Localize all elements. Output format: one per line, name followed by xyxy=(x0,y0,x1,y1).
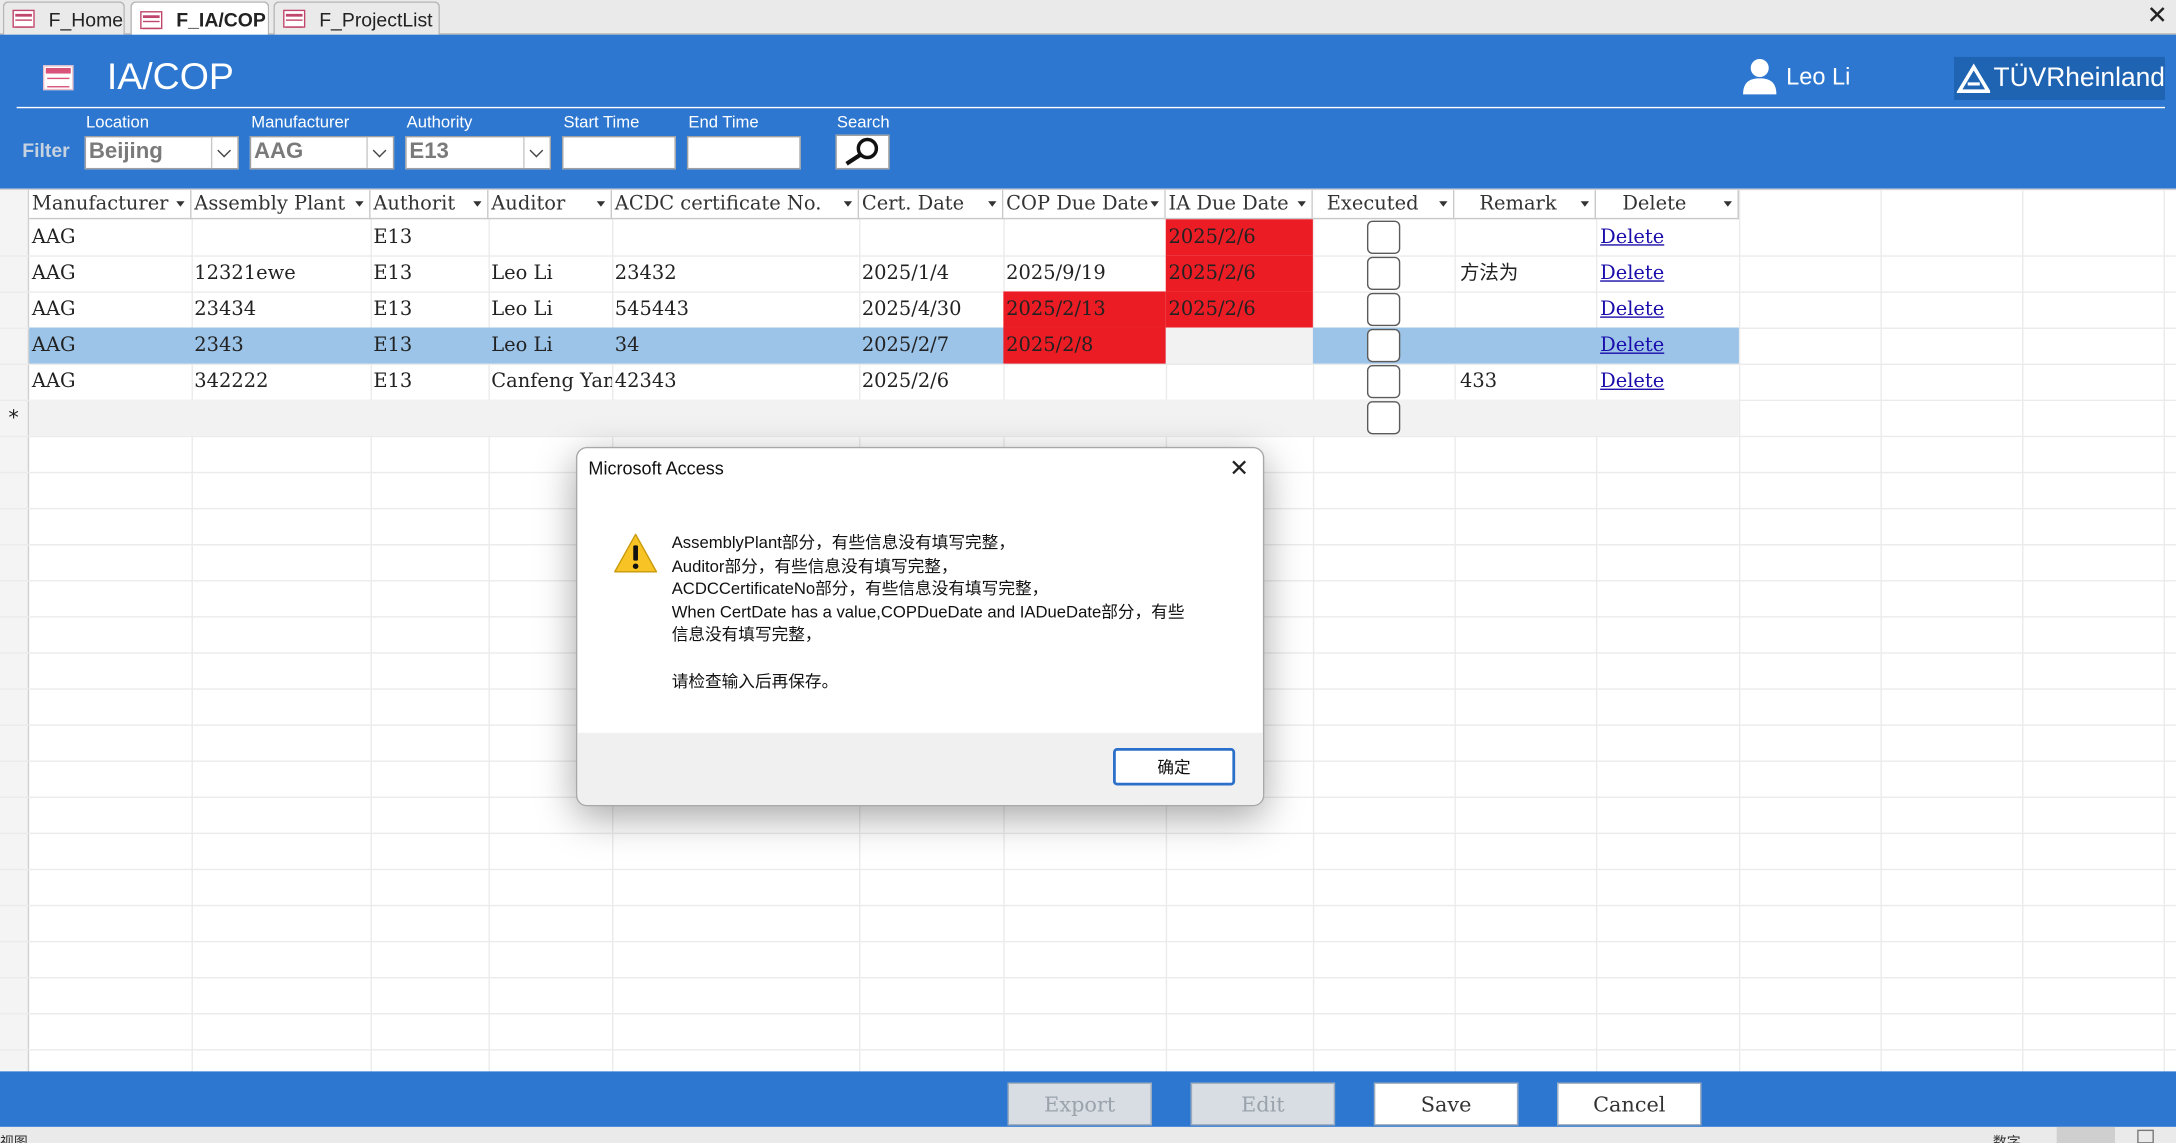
save-button[interactable]: Save xyxy=(1373,1082,1519,1126)
dropdown-arrow-icon[interactable] xyxy=(1580,201,1590,207)
executed-checkbox[interactable] xyxy=(1366,401,1401,435)
tab-f-projectlist[interactable]: F_ProjectList xyxy=(273,1,440,35)
user-name: Leo Li xyxy=(1786,63,1851,91)
manufacturer-label: Manufacturer xyxy=(251,112,350,132)
dropdown-arrow-icon[interactable] xyxy=(1723,201,1732,207)
executed-checkbox[interactable] xyxy=(1366,364,1401,399)
chevron-down-icon[interactable] xyxy=(210,137,238,168)
cancel-button[interactable]: Cancel xyxy=(1557,1082,1702,1126)
form-icon xyxy=(283,9,306,28)
form-header: IA/COP Leo Li TÜVRheinland Filter Locati… xyxy=(0,34,2176,189)
authority-combo[interactable]: E13 xyxy=(405,136,551,170)
filter-label: Filter xyxy=(22,138,70,161)
form-view-icon[interactable] xyxy=(2056,1126,2116,1143)
tab-label: F_Home xyxy=(48,7,124,30)
start-time-label: Start Time xyxy=(563,112,640,132)
end-time-label: End Time xyxy=(688,112,759,132)
column-header-delete[interactable]: Delete xyxy=(1595,190,1739,220)
document-tab-bar: F_Home F_IA/COP F_ProjectList ✕ xyxy=(0,0,2176,37)
executed-checkbox[interactable] xyxy=(1366,256,1401,291)
column-header-cert-date[interactable]: Cert. Date xyxy=(859,190,1004,220)
column-header-cop-due-date[interactable]: COP Due Date xyxy=(1003,190,1166,220)
delete-link[interactable]: Delete xyxy=(1596,364,1739,400)
location-value: Beijing xyxy=(88,140,163,164)
executed-checkbox[interactable] xyxy=(1366,328,1401,363)
dropdown-arrow-icon[interactable] xyxy=(1439,201,1448,207)
column-header-ia-due-date[interactable]: IA Due Date xyxy=(1165,190,1313,220)
tuv-rheinland-logo: TÜVRheinland xyxy=(1954,56,2165,100)
warning-icon xyxy=(614,533,658,573)
access-window: F_Home F_IA/COP F_ProjectList ✕ IA/COP L… xyxy=(0,0,2176,1143)
column-header-remark[interactable]: Remark xyxy=(1454,190,1596,220)
design-view-icon[interactable] xyxy=(2137,1129,2154,1143)
table-icon xyxy=(43,65,74,91)
search-label: Search xyxy=(836,112,890,132)
location-label: Location xyxy=(86,112,150,132)
executed-checkbox[interactable] xyxy=(1366,292,1401,327)
authority-label: Authority xyxy=(406,112,473,132)
tab-f-home[interactable]: F_Home xyxy=(2,1,125,35)
location-combo[interactable]: Beijing xyxy=(84,136,239,170)
user-icon xyxy=(1743,58,1777,95)
column-header-executed[interactable]: Executed xyxy=(1312,190,1455,220)
column-header-authority[interactable]: Authorit xyxy=(370,190,489,220)
dropdown-arrow-icon[interactable] xyxy=(176,201,185,207)
dropdown-arrow-icon[interactable] xyxy=(843,201,853,207)
delete-link[interactable]: Delete xyxy=(1596,219,1739,255)
manufacturer-combo[interactable]: AAG xyxy=(249,136,395,170)
status-left-text: 视图 xyxy=(0,1135,28,1143)
search-icon xyxy=(845,137,879,166)
new-record-marker: * xyxy=(8,405,19,431)
chevron-down-icon[interactable] xyxy=(523,137,550,168)
close-form-icon[interactable]: ✕ xyxy=(2147,1,2168,30)
tab-label: F_IA/COP xyxy=(176,8,266,31)
dropdown-arrow-icon[interactable] xyxy=(596,201,606,207)
tab-label: F_ProjectList xyxy=(319,7,433,30)
start-time-input[interactable] xyxy=(562,136,676,170)
edit-button[interactable]: Edit xyxy=(1190,1082,1336,1126)
form-icon xyxy=(140,10,163,29)
ia-due-overdue-cell[interactable]: 2025/2/6 xyxy=(1165,291,1313,328)
tab-f-ia-cop[interactable]: F_IA/COP xyxy=(130,1,270,37)
delete-link[interactable]: Delete xyxy=(1596,328,1739,364)
close-icon[interactable]: ✕ xyxy=(1229,455,1249,483)
column-header-manufacturer[interactable]: Manufacturer xyxy=(29,190,192,220)
logo-triangle-icon xyxy=(1956,62,1991,93)
page-title: IA/COP xyxy=(106,55,234,98)
executed-checkbox[interactable] xyxy=(1366,220,1401,254)
cop-due-overdue-cell[interactable]: 2025/2/8 xyxy=(1003,327,1166,364)
ok-button[interactable]: 确定 xyxy=(1113,748,1236,786)
dialog-message: AssemblyPlant部分，有些信息没有填写完整， Auditor部分，有些… xyxy=(671,532,1185,691)
dropdown-arrow-icon[interactable] xyxy=(355,201,364,207)
chevron-down-icon[interactable] xyxy=(366,137,393,168)
ia-due-overdue-cell[interactable]: 2025/2/6 xyxy=(1165,219,1313,256)
dropdown-arrow-icon[interactable] xyxy=(988,201,997,207)
delete-link[interactable]: Delete xyxy=(1596,291,1739,327)
delete-link[interactable]: Delete xyxy=(1596,255,1739,291)
dialog-title: Microsoft Access xyxy=(588,457,724,479)
ia-due-overdue-cell[interactable]: 2025/2/6 xyxy=(1165,255,1313,292)
search-button[interactable] xyxy=(835,134,890,170)
dropdown-arrow-icon[interactable] xyxy=(473,201,482,207)
column-header-assembly-plant[interactable]: Assembly Plant xyxy=(191,190,371,220)
form-footer: Export Edit Save Cancel xyxy=(0,1071,2176,1127)
cop-due-overdue-cell[interactable]: 2025/2/13 xyxy=(1003,291,1166,328)
dropdown-arrow-icon[interactable] xyxy=(1150,201,1159,207)
export-button[interactable]: Export xyxy=(1007,1082,1152,1126)
dropdown-arrow-icon[interactable] xyxy=(1297,201,1306,207)
message-dialog: Microsoft Access ✕ AssemblyPlant部分，有些信息没… xyxy=(575,446,1265,807)
authority-value: E13 xyxy=(409,140,449,164)
manufacturer-value: AAG xyxy=(253,140,304,164)
column-header-auditor[interactable]: Auditor xyxy=(488,190,613,220)
status-bar: 视图 数字 xyxy=(0,1126,2176,1143)
header-divider xyxy=(16,106,2165,109)
status-num-text: 数字 xyxy=(1992,1135,2021,1143)
column-header-acdc-certificate[interactable]: ACDC certificate No. xyxy=(612,190,860,220)
form-icon xyxy=(12,9,35,28)
logo-text: TÜVRheinland xyxy=(1993,63,2165,93)
end-time-input[interactable] xyxy=(686,136,801,170)
